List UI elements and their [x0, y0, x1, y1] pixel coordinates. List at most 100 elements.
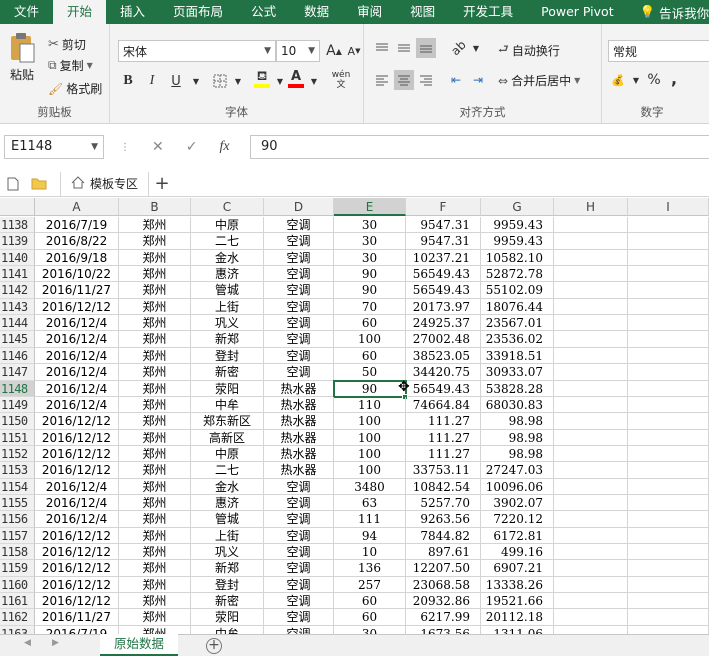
cell-a[interactable]: 2016/12/12	[35, 593, 119, 609]
cell-a[interactable]: 2016/8/22	[35, 233, 119, 250]
column-header-d[interactable]: D	[264, 198, 334, 216]
cell-b[interactable]: 郑州	[119, 626, 191, 634]
cell-d[interactable]: 空调	[264, 479, 334, 495]
cell-d[interactable]: 空调	[264, 331, 334, 348]
ribbon-tab-5[interactable]: 数据	[290, 0, 343, 24]
ribbon-tab-6[interactable]: 审阅	[343, 0, 396, 24]
cell-g[interactable]: 6172.81	[481, 528, 554, 544]
sheet-tab-active[interactable]: 原始数据	[100, 634, 178, 656]
row-header[interactable]: 1157	[0, 528, 35, 544]
row-header[interactable]: 1154	[0, 479, 35, 495]
cell-d[interactable]: 空调	[264, 609, 334, 626]
cell-c[interactable]: 荥阳	[191, 609, 264, 626]
cell-c[interactable]: 中原	[191, 446, 264, 462]
cell-h[interactable]	[554, 626, 628, 634]
comma-button[interactable]: ,	[664, 68, 684, 88]
row-header[interactable]: 1152	[0, 446, 35, 462]
ribbon-tab-3[interactable]: 页面布局	[159, 0, 237, 24]
ribbon-tab-4[interactable]: 公式	[237, 0, 290, 24]
cell-i[interactable]	[628, 364, 709, 381]
cell-g[interactable]: 53828.28	[481, 381, 554, 397]
cell-h[interactable]	[554, 348, 628, 364]
new-document-icon[interactable]	[0, 172, 26, 196]
cell-h[interactable]	[554, 266, 628, 282]
cell-c[interactable]: 惠济	[191, 495, 264, 511]
cell-e[interactable]: 100	[334, 413, 406, 430]
borders-button[interactable]	[210, 71, 230, 91]
cell-d[interactable]: 热水器	[264, 446, 334, 462]
row-header[interactable]: 1149	[0, 397, 35, 413]
cell-e[interactable]: 50	[334, 364, 406, 381]
row-header[interactable]: 1145	[0, 331, 35, 348]
cell-c[interactable]: 中牟	[191, 626, 264, 634]
cell-i[interactable]	[628, 626, 709, 634]
cell-c[interactable]: 郑东新区	[191, 413, 264, 430]
enter-icon[interactable]: ✓	[186, 139, 198, 155]
cell-a[interactable]: 2016/12/12	[35, 430, 119, 446]
cell-g[interactable]: 23567.01	[481, 315, 554, 331]
cell-i[interactable]	[628, 397, 709, 413]
row-header[interactable]: 1142	[0, 282, 35, 299]
column-header-b[interactable]: B	[119, 198, 191, 216]
cell-h[interactable]	[554, 315, 628, 331]
cell-h[interactable]	[554, 495, 628, 511]
row-header[interactable]: 1141	[0, 266, 35, 282]
cell-d[interactable]: 空调	[264, 233, 334, 250]
cell-b[interactable]: 郑州	[119, 462, 191, 479]
cell-i[interactable]	[628, 528, 709, 544]
cell-f[interactable]: 111.27	[406, 446, 481, 462]
cell-g[interactable]: 19521.66	[481, 593, 554, 609]
cell-e[interactable]: 136	[334, 560, 406, 577]
cell-f[interactable]: 9263.56	[406, 511, 481, 528]
cell-b[interactable]: 郑州	[119, 528, 191, 544]
cell-b[interactable]: 郑州	[119, 560, 191, 577]
cell-i[interactable]	[628, 299, 709, 315]
cell-h[interactable]	[554, 544, 628, 560]
cell-f[interactable]: 12207.50	[406, 560, 481, 577]
cell-b[interactable]: 郑州	[119, 495, 191, 511]
cell-e[interactable]: 257	[334, 577, 406, 593]
cell-a[interactable]: 2016/12/12	[35, 299, 119, 315]
cell-g[interactable]: 23536.02	[481, 331, 554, 348]
cell-a[interactable]: 2016/12/12	[35, 544, 119, 560]
cell-c[interactable]: 金水	[191, 250, 264, 266]
cell-f[interactable]: 20932.86	[406, 593, 481, 609]
column-header-e[interactable]: E	[334, 198, 406, 216]
cell-d[interactable]: 热水器	[264, 381, 334, 397]
cell-f[interactable]: 5257.70	[406, 495, 481, 511]
cell-f[interactable]: 10237.21	[406, 250, 481, 266]
cell-d[interactable]: 空调	[264, 528, 334, 544]
cell-f[interactable]: 9547.31	[406, 217, 481, 233]
cell-h[interactable]	[554, 364, 628, 381]
cell-d[interactable]: 空调	[264, 593, 334, 609]
cell-e[interactable]: 90	[334, 266, 406, 282]
cell-i[interactable]	[628, 560, 709, 577]
cell-h[interactable]	[554, 217, 628, 233]
cell-h[interactable]	[554, 413, 628, 430]
cell-f[interactable]: 897.61	[406, 544, 481, 560]
cell-a[interactable]: 2016/7/19	[35, 217, 119, 233]
column-header-h[interactable]: H	[554, 198, 628, 216]
underline-button[interactable]: U	[166, 71, 186, 91]
cell-i[interactable]	[628, 381, 709, 397]
cell-h[interactable]	[554, 430, 628, 446]
column-header-f[interactable]: F	[406, 198, 481, 216]
cell-a[interactable]: 2016/12/12	[35, 462, 119, 479]
cell-g[interactable]: 98.98	[481, 430, 554, 446]
ribbon-tab-9[interactable]: Power Pivot	[527, 0, 627, 24]
cell-d[interactable]: 空调	[264, 299, 334, 315]
cell-a[interactable]: 2016/10/22	[35, 266, 119, 282]
font-size-select[interactable]: 10 ▼	[276, 40, 320, 62]
cell-f[interactable]: 111.27	[406, 413, 481, 430]
number-format-select[interactable]: 常规	[608, 40, 709, 62]
cell-e[interactable]: 10	[334, 544, 406, 560]
row-header[interactable]: 1150	[0, 413, 35, 430]
row-header[interactable]: 1160	[0, 577, 35, 593]
cell-i[interactable]	[628, 315, 709, 331]
cell-f[interactable]: 33753.11	[406, 462, 481, 479]
cell-h[interactable]	[554, 282, 628, 299]
name-box[interactable]: E1148 ▼	[4, 135, 104, 159]
ribbon-tab-0[interactable]: 文件	[0, 0, 53, 24]
cell-d[interactable]: 热水器	[264, 462, 334, 479]
cell-b[interactable]: 郑州	[119, 299, 191, 315]
